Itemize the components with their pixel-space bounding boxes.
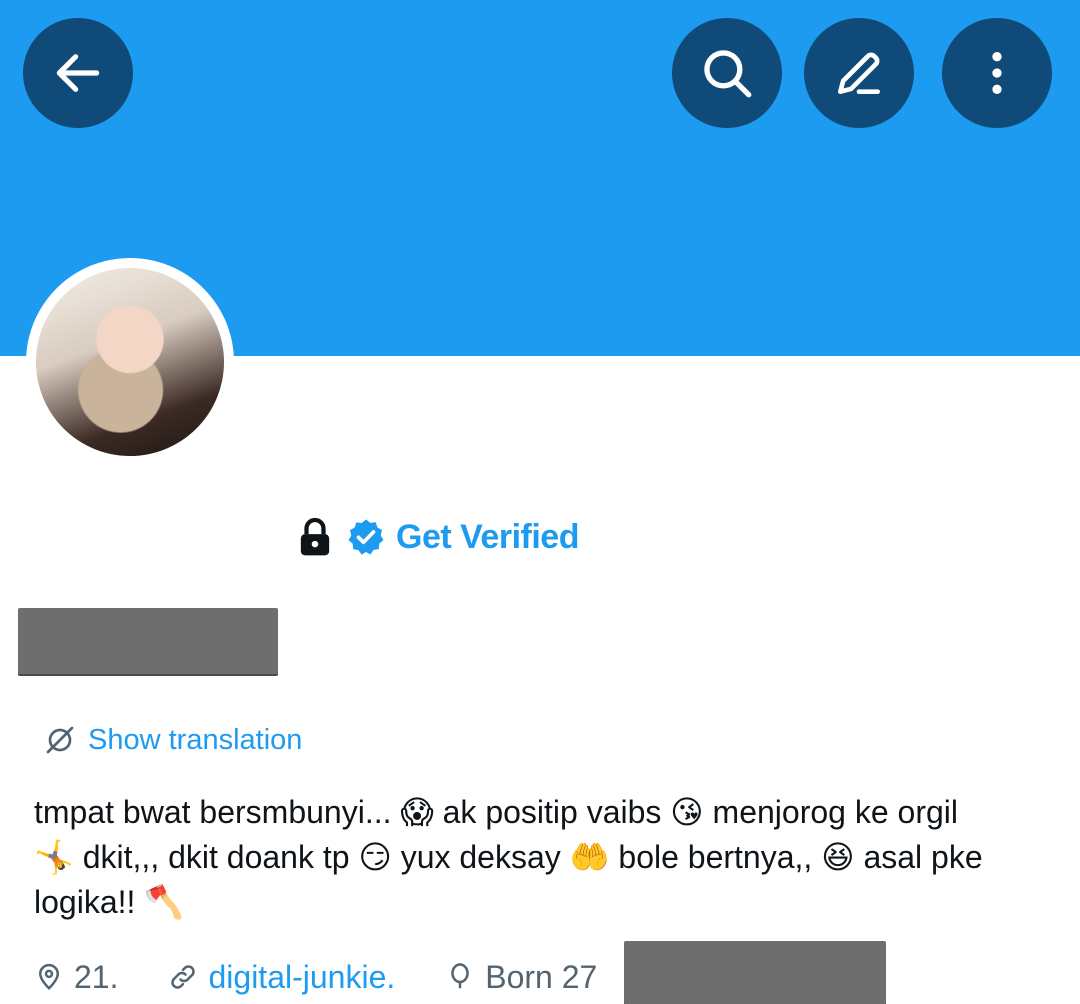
- location-text: 21.: [74, 958, 119, 995]
- website-link[interactable]: digital-junkie.: [168, 959, 395, 996]
- lock-icon: [300, 517, 330, 556]
- more-vertical-icon: [992, 52, 1002, 94]
- bio-line: tmpat bwat bersmbunyi... 😱 ak positip va…: [34, 794, 958, 830]
- location-item: 21.: [34, 959, 118, 996]
- pencil-icon: [838, 52, 880, 94]
- profile-bio: tmpat bwat bersmbunyi... 😱 ak positip va…: [34, 790, 1054, 925]
- arrow-left-icon: [56, 54, 100, 92]
- avatar[interactable]: [26, 258, 234, 466]
- profile-meta: 21. digital-junkie. Born 27: [34, 952, 603, 1002]
- back-button[interactable]: [23, 18, 133, 128]
- get-verified-label: Get Verified: [396, 517, 579, 556]
- bio-line: 🤸 dkit,,, dkit doank tp 😏 yux deksay 🤲 b…: [34, 839, 983, 875]
- show-translation-button[interactable]: Show translation: [44, 720, 302, 760]
- location-pin-icon: [38, 963, 60, 990]
- birthday-text: Born 27: [485, 958, 598, 995]
- link-icon: [171, 965, 196, 989]
- bio-line: logika!! 🪓: [34, 884, 185, 920]
- verified-badge-icon: [348, 519, 384, 555]
- show-translation-label: Show translation: [88, 723, 303, 756]
- redacted-birthday: [624, 941, 886, 1004]
- globe-slash-icon: [46, 726, 74, 754]
- birthday-item: Born 27: [445, 959, 597, 996]
- get-verified-button[interactable]: Get Verified: [346, 517, 579, 557]
- balloon-icon: [451, 963, 469, 989]
- more-button[interactable]: [942, 18, 1052, 128]
- edit-button[interactable]: [804, 18, 914, 128]
- avatar-image: [36, 268, 224, 456]
- website-text: digital-junkie.: [208, 958, 396, 995]
- search-icon: [704, 50, 752, 98]
- redacted-username: [18, 608, 278, 674]
- search-button[interactable]: [672, 18, 782, 128]
- profile-name-row: Get Verified: [298, 512, 579, 562]
